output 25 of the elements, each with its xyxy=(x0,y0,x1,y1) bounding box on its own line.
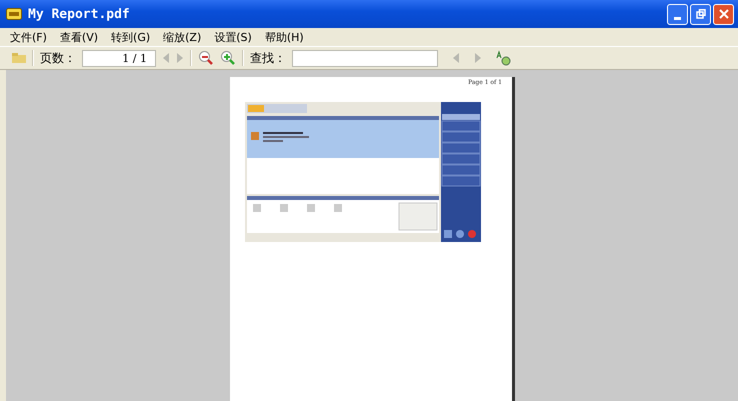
menu-item[interactable]: 查看(V) xyxy=(60,30,98,44)
menu-item[interactable]: 缩放(Z) xyxy=(163,30,202,44)
window-title: My Report.pdf xyxy=(28,6,130,22)
match-case-icon[interactable] xyxy=(496,50,512,66)
previous-page-icon[interactable] xyxy=(162,52,170,64)
find-next-icon[interactable] xyxy=(474,52,482,64)
menu-item[interactable]: 转到(G) xyxy=(111,30,150,44)
restore-icon xyxy=(696,9,706,19)
restore-button[interactable] xyxy=(690,4,711,24)
find-label: 查找： xyxy=(250,50,286,66)
page-label: 页数： xyxy=(40,50,76,66)
zoom-in-icon[interactable] xyxy=(220,50,236,66)
close-icon xyxy=(718,8,730,20)
close-button[interactable] xyxy=(713,4,734,24)
next-page-icon[interactable] xyxy=(176,52,184,64)
minimize-icon xyxy=(674,16,681,20)
page-number-field[interactable]: 1 / 1 xyxy=(82,50,156,66)
zoom-out-icon[interactable] xyxy=(198,50,214,66)
find-field[interactable] xyxy=(292,50,438,66)
minimize-button[interactable] xyxy=(667,4,688,24)
menu-item[interactable]: 帮助(H) xyxy=(264,30,304,44)
folder-icon[interactable] xyxy=(12,53,26,63)
menu-item[interactable]: 设置(S) xyxy=(214,30,252,44)
menu-item[interactable]: 文件(F) xyxy=(10,30,47,44)
find-previous-icon[interactable] xyxy=(452,52,460,64)
